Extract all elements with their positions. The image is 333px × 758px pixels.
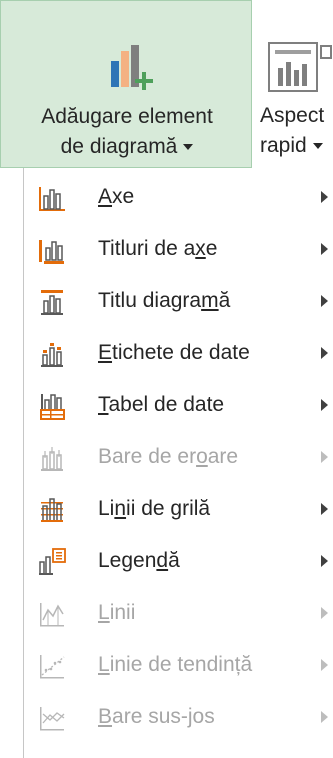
menu-item-data-table[interactable]: Tabel de date <box>24 380 333 432</box>
menu-item-label: Bare de eroare <box>98 445 239 468</box>
data-table-icon <box>40 394 65 420</box>
chart-title-icon <box>41 290 63 315</box>
submenu-arrow-icon <box>321 451 328 463</box>
menu-item-data-labels[interactable]: Etichete de date <box>24 328 333 380</box>
menu-item-label: Legendă <box>98 549 180 572</box>
submenu-arrow-icon <box>321 659 328 671</box>
quick-layout-button[interactable]: Aspect rapid <box>252 0 333 168</box>
dropdown-caret-icon <box>183 144 194 151</box>
menu-item-label: Linii de grilă <box>98 497 211 520</box>
menu-item-gridlines[interactable]: Linii de grilă <box>24 484 333 536</box>
menu-item-label: Axe <box>98 185 135 208</box>
data-labels-icon <box>41 343 63 367</box>
legend-icon <box>39 548 66 575</box>
add-chart-element-label-line1: Adăugare element <box>41 105 213 128</box>
add-chart-element-label-line2: de diagramă <box>1 135 253 159</box>
menu-item-chart-title[interactable]: Titlu diagramă <box>24 276 333 328</box>
submenu-arrow-icon <box>321 399 328 411</box>
quick-layout-icon <box>268 42 332 92</box>
submenu-arrow-icon <box>321 503 328 515</box>
menu-item-label: Titluri de axe <box>98 237 218 260</box>
axis-titles-icon <box>39 240 64 264</box>
up-down-bars-icon <box>40 707 65 731</box>
menu-item-legend[interactable]: Legendă <box>24 536 333 588</box>
submenu-arrow-icon <box>321 711 328 723</box>
menu-item-up-down-bars[interactable]: Bare sus-jos <box>24 692 333 744</box>
menu-item-label: Linie de tendință <box>98 653 253 676</box>
dropdown-caret-icon <box>312 143 323 150</box>
menu-item-axes[interactable]: Axe <box>24 172 333 224</box>
submenu-arrow-icon <box>321 191 328 203</box>
lines-icon <box>40 603 64 627</box>
menu-item-label: Titlu diagramă <box>98 289 231 312</box>
menu-item-label: Bare sus-jos <box>98 705 215 728</box>
quick-layout-label-line2: rapid <box>260 134 323 158</box>
error-bars-icon <box>41 447 63 471</box>
quick-layout-label-line1: Aspect <box>260 104 325 127</box>
axes-icon <box>39 187 65 211</box>
menu-item-trendline[interactable]: Linie de tendință <box>24 640 333 692</box>
submenu-arrow-icon <box>321 295 328 307</box>
chart-design-ribbon: Adăugare element de diagramă Aspect rapi… <box>0 0 333 168</box>
menu-item-label: Tabel de date <box>98 393 225 416</box>
add-chart-element-menu: Axe Titluri de axe Titlu diagramă Etiche… <box>23 168 333 758</box>
menu-item-lines[interactable]: Linii <box>24 588 333 640</box>
submenu-arrow-icon <box>321 607 328 619</box>
submenu-arrow-icon <box>321 347 328 359</box>
submenu-arrow-icon <box>321 243 328 255</box>
add-chart-element-icon <box>111 45 153 90</box>
submenu-arrow-icon <box>321 555 328 567</box>
menu-item-axis-titles[interactable]: Titluri de axe <box>24 224 333 276</box>
menu-item-label: Etichete de date <box>98 341 250 364</box>
add-chart-element-button[interactable]: Adăugare element de diagramă <box>0 0 252 168</box>
menu-item-error-bars[interactable]: Bare de eroare <box>24 432 333 484</box>
gridlines-icon <box>41 498 63 522</box>
trendline-icon <box>40 655 65 679</box>
menu-item-label: Linii <box>98 601 136 624</box>
